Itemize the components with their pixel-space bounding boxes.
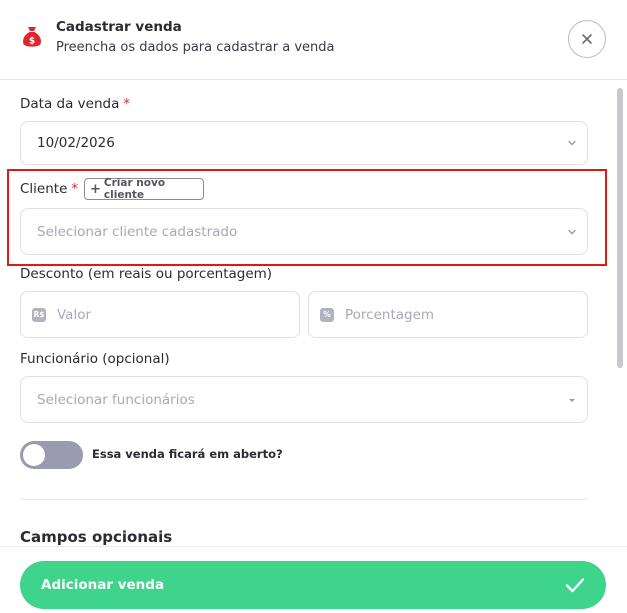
plus-icon: + <box>90 181 101 197</box>
discount-percent-placeholder: Porcentagem <box>345 306 435 323</box>
money-bag-icon: $ <box>23 27 41 47</box>
required-mark: * <box>71 181 79 197</box>
client-label: Cliente * <box>20 181 79 197</box>
percent-icon: % <box>320 307 334 322</box>
check-icon <box>565 578 585 593</box>
discount-value-placeholder: Valor <box>57 306 92 323</box>
modal-header: $ Cadastrar venda Preencha os dados para… <box>0 0 627 80</box>
discount-value-input[interactable]: R$ Valor <box>20 291 300 338</box>
discount-percent-input[interactable]: % Porcentagem <box>308 291 588 338</box>
modal-title: Cadastrar venda <box>56 19 182 35</box>
currency-icon: R$ <box>32 307 46 322</box>
client-select[interactable]: Selecionar cliente cadastrado <box>20 208 588 255</box>
employee-label: Funcionário (opcional) <box>20 351 170 367</box>
sale-date-field[interactable]: 10/02/2026 <box>20 121 588 165</box>
chevron-down-icon <box>568 140 576 146</box>
required-mark: * <box>123 96 131 112</box>
employee-select[interactable]: Selecionar funcionários <box>20 376 588 423</box>
employee-placeholder: Selecionar funcionários <box>37 391 195 408</box>
modal-subtitle: Preencha os dados para cadastrar a venda <box>56 40 335 55</box>
divider <box>20 499 588 500</box>
sale-date-label: Data da venda * <box>20 96 131 112</box>
caret-down-icon <box>569 398 575 402</box>
optional-fields-title: Campos opcionais <box>20 528 173 546</box>
discount-label: Desconto (em reais ou porcentagem) <box>20 266 273 282</box>
add-sale-button[interactable]: Adicionar venda <box>20 561 606 609</box>
open-sale-toggle[interactable] <box>20 441 83 469</box>
scrollbar-thumb[interactable] <box>617 88 623 368</box>
sale-date-value: 10/02/2026 <box>37 135 115 151</box>
create-client-button[interactable]: + Criar novo cliente <box>84 177 204 201</box>
open-sale-toggle-label: Essa venda ficará em aberto? <box>92 447 283 461</box>
toggle-knob <box>23 444 45 466</box>
client-placeholder: Selecionar cliente cadastrado <box>37 223 238 240</box>
close-icon <box>582 34 592 44</box>
add-sale-label: Adicionar venda <box>41 577 165 593</box>
svg-text:$: $ <box>29 37 35 47</box>
create-client-label: Criar novo cliente <box>103 177 166 201</box>
close-button[interactable] <box>568 20 606 58</box>
chevron-down-icon <box>568 229 576 234</box>
